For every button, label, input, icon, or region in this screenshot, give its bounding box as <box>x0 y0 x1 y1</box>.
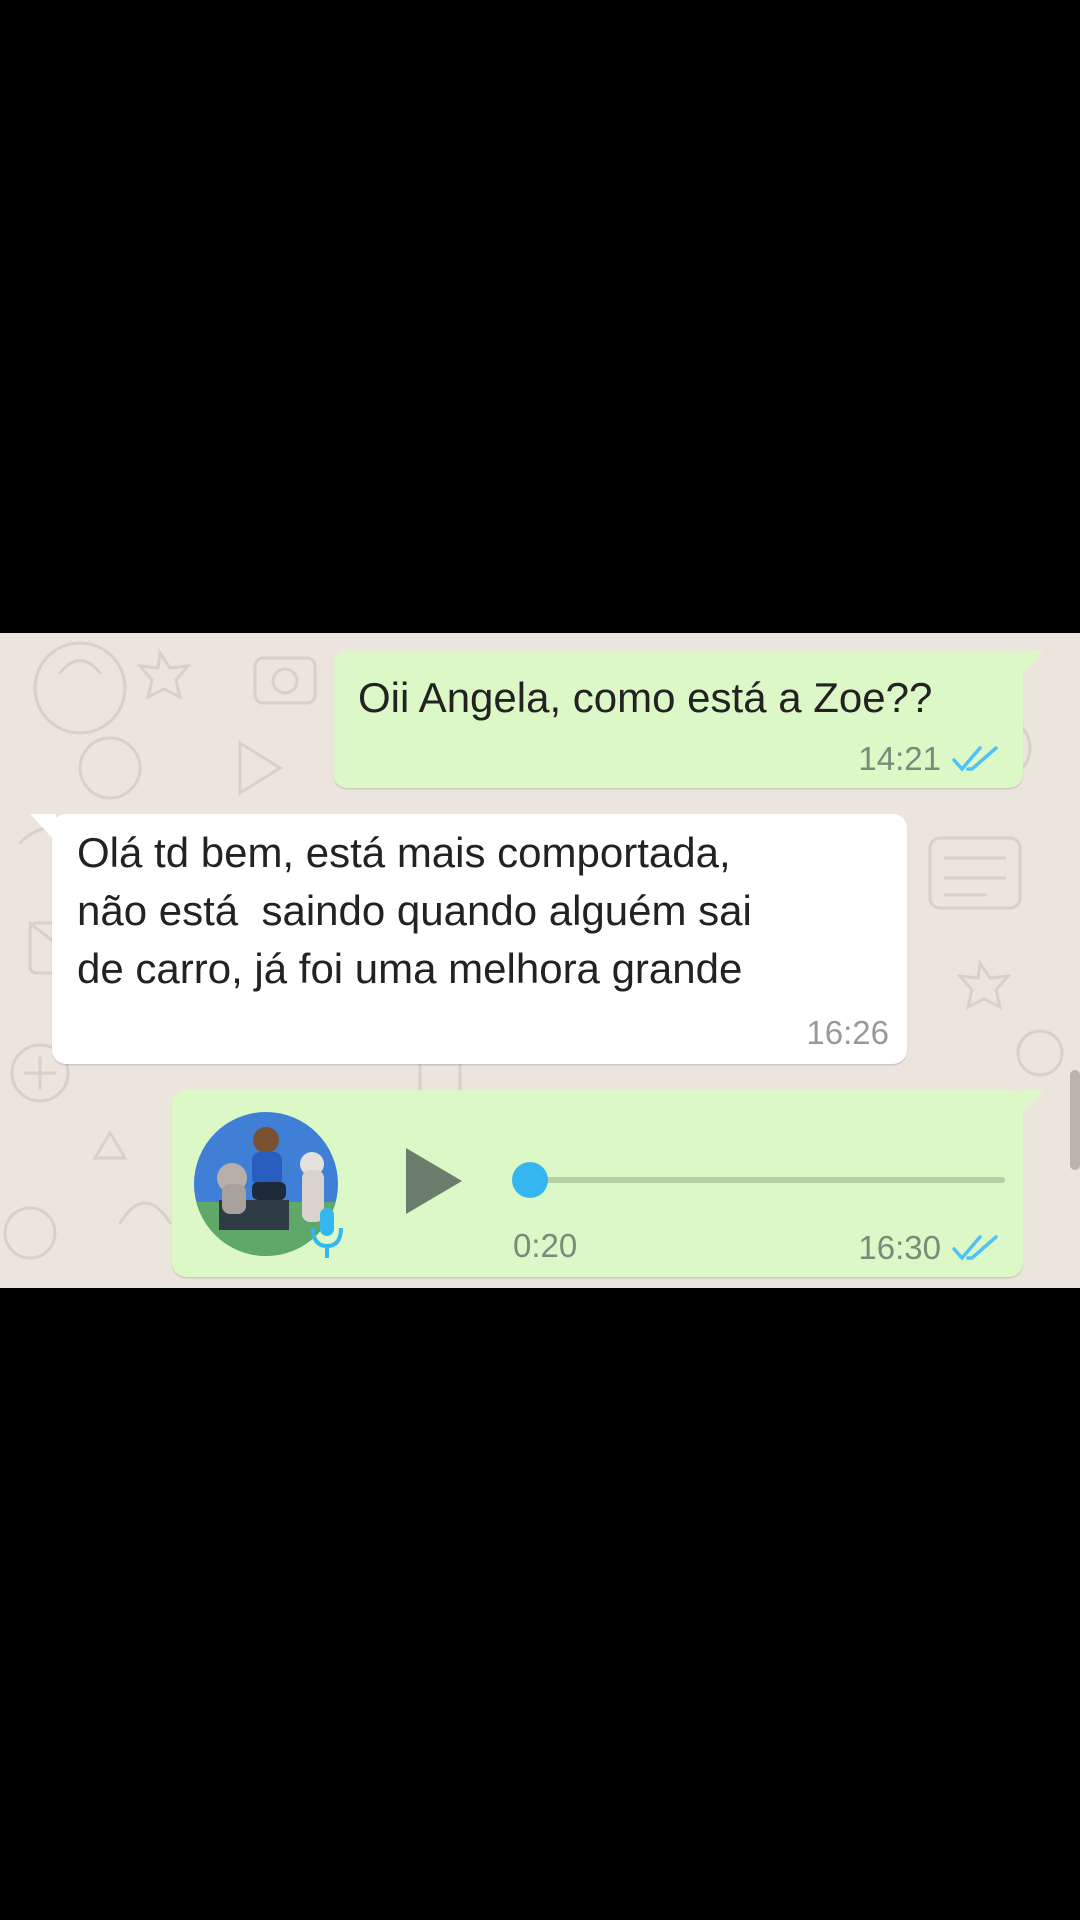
message-time: 16:26 <box>806 1014 889 1051</box>
chat-scrollbar[interactable] <box>1070 1070 1080 1170</box>
microphone-icon <box>311 1208 343 1258</box>
message-text: Olá td bem, está mais comportada, não es… <box>77 829 752 992</box>
chat-area[interactable]: Oii Angela, como está a Zoe?? 14:21 Olá … <box>0 633 1080 1288</box>
message-meta: 16:30 <box>858 1229 1001 1267</box>
audio-seek-bar[interactable] <box>515 1177 1005 1183</box>
voice-duration: 0:20 <box>513 1227 578 1264</box>
message-meta: 14:21 <box>858 740 1001 778</box>
message-time: 16:30 <box>858 1229 941 1266</box>
voice-message-bubble[interactable]: 0:20 16:30 <box>172 1090 1023 1277</box>
double-check-icon <box>951 745 1001 773</box>
bubble-tail-outgoing <box>1018 1090 1044 1118</box>
outgoing-message-bubble[interactable]: Oii Angela, como está a Zoe?? 14:21 <box>333 651 1023 788</box>
bubble-tail-incoming <box>30 814 56 842</box>
play-icon[interactable] <box>404 1146 464 1216</box>
letterbox-bottom <box>0 1288 1080 1920</box>
incoming-message-bubble[interactable]: Olá td bem, está mais comportada, não es… <box>52 814 907 1064</box>
double-check-icon <box>951 1234 1001 1262</box>
bubble-tail-outgoing <box>1018 651 1044 679</box>
message-meta: 16:26 <box>806 1014 889 1052</box>
audio-seek-knob[interactable] <box>512 1162 548 1198</box>
letterbox-top <box>0 0 1080 633</box>
message-time: 14:21 <box>858 740 941 777</box>
message-text: Oii Angela, como está a Zoe?? <box>358 674 933 721</box>
